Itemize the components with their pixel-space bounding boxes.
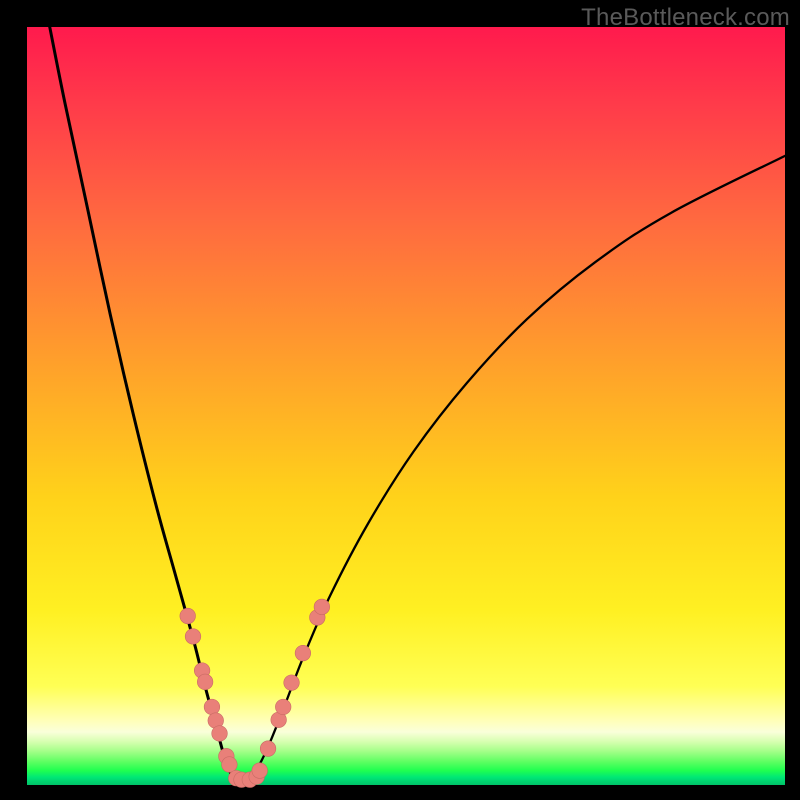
curve-left-arm: [50, 27, 240, 785]
data-marker: [204, 699, 220, 715]
chart-svg: [27, 27, 785, 785]
chart-frame: TheBottleneck.com: [0, 0, 800, 800]
data-marker: [260, 741, 276, 757]
data-marker: [252, 763, 268, 779]
data-marker: [295, 645, 311, 661]
data-marker: [212, 726, 228, 742]
data-marker: [314, 599, 330, 615]
curve-right-arm: [239, 156, 785, 785]
data-marker: [275, 699, 291, 715]
data-marker: [197, 674, 213, 690]
marker-layer: [180, 599, 330, 787]
data-marker: [185, 629, 201, 645]
data-marker: [180, 608, 196, 624]
watermark-text: TheBottleneck.com: [581, 4, 790, 32]
data-marker: [284, 675, 300, 691]
data-marker: [222, 757, 238, 773]
plot-area: [27, 27, 785, 785]
curve-layer: [50, 27, 785, 785]
